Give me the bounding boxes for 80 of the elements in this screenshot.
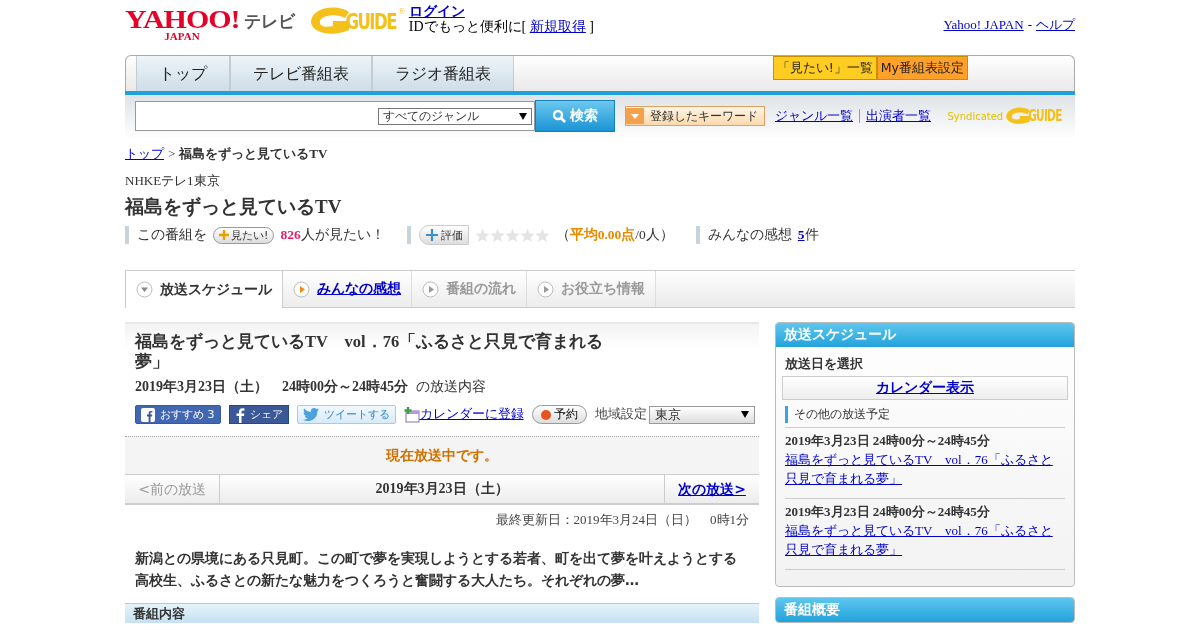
separator-text: - — [1027, 17, 1032, 32]
impressions-label: みんなの感想 — [707, 226, 792, 244]
calendar-button[interactable]: カレンダー表示 — [782, 376, 1068, 400]
broadcast-time: 2019年3月23日（土） 24時00分～24時45分 — [135, 378, 408, 396]
header-link[interactable]: Yahoo! JAPAN — [943, 17, 1024, 32]
plus-icon — [424, 228, 439, 242]
facebook-icon — [234, 406, 245, 423]
calendar-add-icon — [403, 406, 420, 423]
date-label: 放送日を選択 — [784, 355, 864, 373]
section-tab[interactable]: 放送スケジュール — [125, 271, 283, 308]
want-count: 826人が見たい！ — [280, 226, 385, 244]
region-select[interactable]: 東京 — [648, 405, 755, 424]
tweet-button[interactable]: ツイートする — [296, 405, 396, 424]
search-link[interactable]: ジャンル一覧 — [775, 107, 853, 125]
on-air-text: 現在放送中です。 — [386, 446, 498, 465]
play-icon — [422, 280, 439, 298]
caret-icon — [626, 108, 644, 124]
want-button[interactable]: 見たい! — [213, 226, 275, 244]
nav-button[interactable]: 「見たい!」一覧 — [772, 56, 877, 80]
record-icon — [540, 409, 551, 420]
last-updated: 最終更新日：2019年3月24日（日） 0時1分 — [494, 511, 749, 529]
breadcrumb-separator: > — [168, 146, 176, 161]
star-icon — [534, 227, 550, 243]
play-icon — [293, 280, 310, 298]
nav-tab[interactable]: テレビ番組表 — [230, 56, 372, 91]
bracket-text: ] — [589, 19, 594, 34]
region-label: 地域設定 — [594, 406, 647, 423]
service-name: テレビ — [243, 10, 295, 33]
rate-button[interactable]: 評価 — [418, 225, 469, 245]
schedule-time: 2019年3月23日 24時00分～24時45分 — [785, 432, 991, 450]
other-schedule-label: その他の放送予定 — [785, 406, 1065, 423]
star-icon — [519, 227, 535, 243]
guide-logo: GUIDE® — [308, 6, 405, 36]
channel-name: NHKEテレ1東京 — [125, 172, 221, 190]
episode-title: 福島をずっと見ているTV vol．76「ふるさと只見で育まれる夢」 — [135, 332, 605, 372]
genre-select[interactable]: すべてのジャンル — [378, 107, 532, 125]
search-field[interactable]: すべてのジャンル — [135, 101, 535, 131]
broadcast-suffix: の放送内容 — [416, 378, 486, 396]
plus-icon — [219, 230, 229, 240]
syndicated-logo: Syndicated GUIDE — [947, 106, 1063, 126]
like-button[interactable]: おすすめ 3 — [135, 405, 221, 424]
signup-link[interactable]: 新規取得 — [529, 19, 586, 34]
search-icon — [552, 109, 566, 123]
header-link[interactable]: ヘルプ — [1036, 17, 1075, 32]
average-rating: （平均0.00点/0人） — [555, 226, 674, 244]
search-link[interactable]: 出演者一覧 — [866, 107, 931, 125]
section-title: 番組内容 — [133, 606, 185, 621]
breadcrumb-link[interactable]: トップ — [125, 146, 164, 161]
star-icon — [504, 227, 520, 243]
signup-text: IDでもっと便利に[ — [408, 19, 527, 34]
program-title: 福島をずっと見ているTV — [125, 195, 343, 219]
login-link[interactable]: ログイン — [408, 4, 465, 19]
breadcrumb-current: 福島をずっと見ているTV — [179, 146, 328, 161]
impressions-count-link[interactable]: 5 — [797, 227, 805, 242]
next-link[interactable]: 次の放送> — [664, 475, 759, 503]
yahoo-logo[interactable]: YAHOO! JAPAN — [125, 4, 240, 42]
calendar-link[interactable]: カレンダーに登録 — [419, 406, 524, 423]
panel-title: 放送スケジュール — [784, 326, 896, 344]
schedule-time: 2019年3月23日 24時00分～24時45分 — [785, 503, 991, 521]
play-icon — [136, 281, 153, 298]
dropdown-icon — [740, 411, 749, 418]
reserve-button[interactable]: 予約 — [531, 405, 587, 424]
keyword-button[interactable]: 登録したキーワード — [625, 106, 765, 126]
nav-button[interactable]: My番組表設定 — [876, 56, 968, 80]
panel-title: 番組概要 — [784, 601, 840, 619]
play-icon — [537, 280, 554, 298]
dropdown-icon — [519, 112, 527, 120]
bird-icon — [302, 408, 319, 421]
share-button[interactable]: シェア — [228, 405, 289, 424]
nav-tab[interactable]: トップ — [136, 56, 230, 91]
nav-tab[interactable]: ラジオ番組表 — [372, 56, 514, 91]
episode-summary: 新潟との県境にある只見町。この町で夢を実現しようとする若者、町を出て夢を叶えようとする高校生、ふるさとの新たな魅力をつくろうと奮闘する大人たち。それぞれの夢… — [135, 549, 738, 590]
star-icon — [474, 227, 490, 243]
impressions-unit: 件 — [804, 227, 819, 242]
want-label: この番組を — [137, 226, 207, 244]
star-icon — [489, 227, 505, 243]
current-date: 2019年3月23日（土） — [374, 480, 510, 498]
schedule-link[interactable]: 福島をずっと見ているTV vol．76「ふるさと只見で育まれる夢」 — [785, 450, 1065, 488]
schedule-link[interactable]: 福島をずっと見ているTV vol．76「ふるさと只見で育まれる夢」 — [785, 521, 1065, 559]
facebook-icon — [141, 407, 155, 422]
